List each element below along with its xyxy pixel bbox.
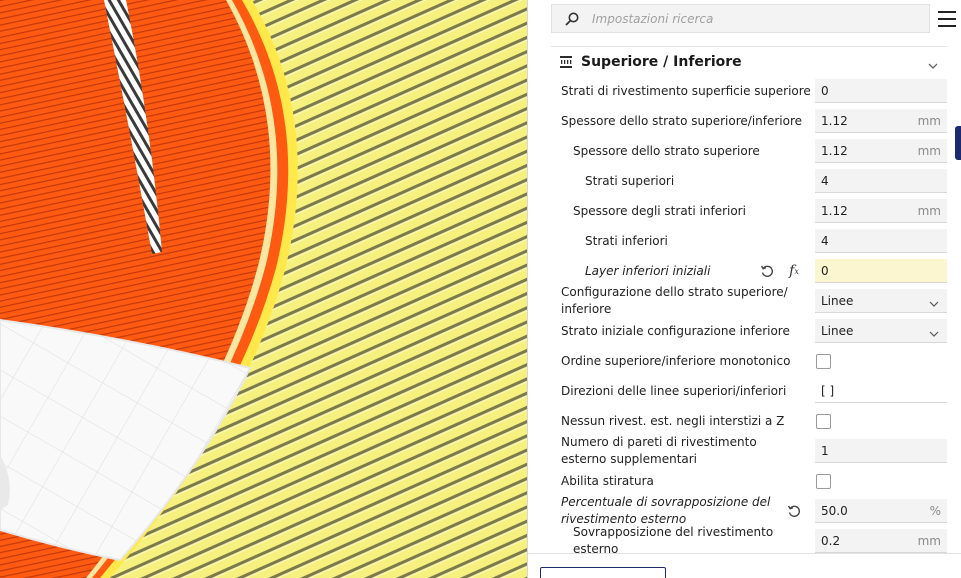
chevron-down-icon: [929, 327, 939, 341]
setting-row-initial-bottom-pattern: Strato iniziale configurazione inferiore…: [528, 316, 961, 346]
unit-label: %: [929, 504, 941, 518]
setting-row-top-bottom-thickness: Spessore dello strato superiore/inferior…: [528, 106, 961, 136]
print-settings-panel: Impostazioni ricerca Superiore / Inferio…: [527, 0, 961, 578]
bottom-action-button[interactable]: [540, 567, 666, 578]
search-input[interactable]: Impostazioni ricerca: [592, 12, 713, 26]
skin-overlap-input[interactable]: 0.2 mm: [815, 529, 947, 553]
top-bottom-layers-icon: [551, 55, 581, 69]
unit-label: mm: [917, 204, 941, 218]
setting-label: Numero di pareti di rivestimento esterno…: [561, 435, 757, 466]
no-skin-z-gaps-checkbox[interactable]: [816, 414, 831, 429]
setting-row-monotonic-order: Ordine superiore/inferiore monotonico: [528, 346, 961, 376]
setting-row-skin-overlap-percentage: Percentuale di sovrapposizione del rives…: [528, 495, 961, 526]
settings-search-box[interactable]: Impostazioni ricerca: [551, 4, 930, 33]
top-layers-input[interactable]: 4: [815, 169, 947, 193]
initial-bottom-layers-input[interactable]: 0: [815, 259, 947, 283]
top-bottom-pattern-select[interactable]: Linee: [815, 289, 947, 313]
chevron-down-icon[interactable]: [928, 56, 938, 75]
setting-label: Strati di rivestimento superficie superi…: [561, 84, 811, 98]
setting-label: Strati inferiori: [585, 234, 668, 248]
setting-row-no-skin-z-gaps: Nessun rivest. est. negli interstizi a Z: [528, 406, 961, 436]
setting-label: Configurazione dello strato superiore/ i…: [561, 285, 788, 316]
setting-label: Strati superiori: [585, 174, 675, 188]
unit-label: mm: [917, 144, 941, 158]
divider: [528, 553, 961, 554]
setting-row-extra-skin-walls: Numero di pareti di rivestimento esterno…: [528, 435, 961, 466]
setting-label: Percentuale di sovrapposizione del rives…: [561, 495, 771, 526]
top-thickness-input[interactable]: 1.12 mm: [815, 139, 947, 163]
setting-row-enable-ironing: Abilita stiratura: [528, 466, 961, 496]
unit-label: mm: [917, 114, 941, 128]
hamburger-icon[interactable]: [936, 8, 958, 30]
top-surface-skin-layers-input[interactable]: 0: [815, 79, 947, 103]
unit-label: mm: [917, 534, 941, 548]
enable-ironing-checkbox[interactable]: [816, 474, 831, 489]
setting-row-bottom-layers: Strati inferiori 4: [528, 226, 961, 256]
formula-icon[interactable]: fx: [786, 263, 802, 279]
monotonic-order-checkbox[interactable]: [816, 354, 831, 369]
search-icon: [552, 5, 592, 32]
setting-row-top-surface-skin-layers: Strati di rivestimento superficie superi…: [528, 76, 961, 106]
extra-skin-walls-input[interactable]: 1: [815, 439, 947, 463]
initial-bottom-pattern-select[interactable]: Linee: [815, 319, 947, 343]
setting-label: Ordine superiore/inferiore monotonico: [561, 354, 791, 368]
setting-row-initial-bottom-layers: Layer inferiori iniziali fx 0: [528, 256, 961, 286]
setting-row-top-layers: Strati superiori 4: [528, 166, 961, 196]
setting-label: Spessore dello strato superiore: [573, 144, 760, 158]
setting-label: Spessore dello strato superiore/inferior…: [561, 114, 803, 128]
setting-label: Sovrapposizione del rivestimento esterno: [573, 526, 774, 553]
chevron-down-icon: [929, 297, 939, 311]
setting-label: Layer inferiori iniziali: [585, 264, 711, 278]
setting-label: Spessore degli strati inferiori: [573, 204, 746, 218]
setting-row-top-bottom-pattern: Configurazione dello strato superiore/ i…: [528, 285, 961, 316]
setting-label: Strato iniziale configurazione inferiore: [561, 324, 790, 338]
section-title: Superiore / Inferiore: [581, 54, 742, 70]
setting-row-skin-overlap: Sovrapposizione del rivestimento esterno…: [528, 526, 961, 553]
reset-icon[interactable]: [786, 503, 802, 519]
sliced-model-preview: [0, 0, 527, 578]
setting-label: Direzioni delle linee superiori/inferior…: [561, 384, 787, 398]
setting-row-line-directions: Direzioni delle linee superiori/inferior…: [528, 376, 961, 406]
reset-icon[interactable]: [759, 263, 775, 279]
setting-label: Nessun rivest. est. negli interstizi a Z: [561, 414, 785, 428]
setting-row-bottom-thickness: Spessore degli strati inferiori 1.12 mm: [528, 196, 961, 226]
bottom-layers-input[interactable]: 4: [815, 229, 947, 253]
setting-row-top-thickness: Spessore dello strato superiore 1.12 mm: [528, 136, 961, 166]
setting-label: Abilita stiratura: [561, 474, 654, 488]
section-header-top-bottom[interactable]: Superiore / Inferiore: [551, 46, 947, 77]
line-directions-input[interactable]: [ ]: [815, 379, 947, 403]
skin-overlap-percentage-input[interactable]: 50.0%: [815, 499, 947, 523]
3d-viewport[interactable]: [0, 0, 527, 578]
top-bottom-thickness-input[interactable]: 1.12 mm: [815, 109, 947, 133]
bottom-thickness-input[interactable]: 1.12 mm: [815, 199, 947, 223]
